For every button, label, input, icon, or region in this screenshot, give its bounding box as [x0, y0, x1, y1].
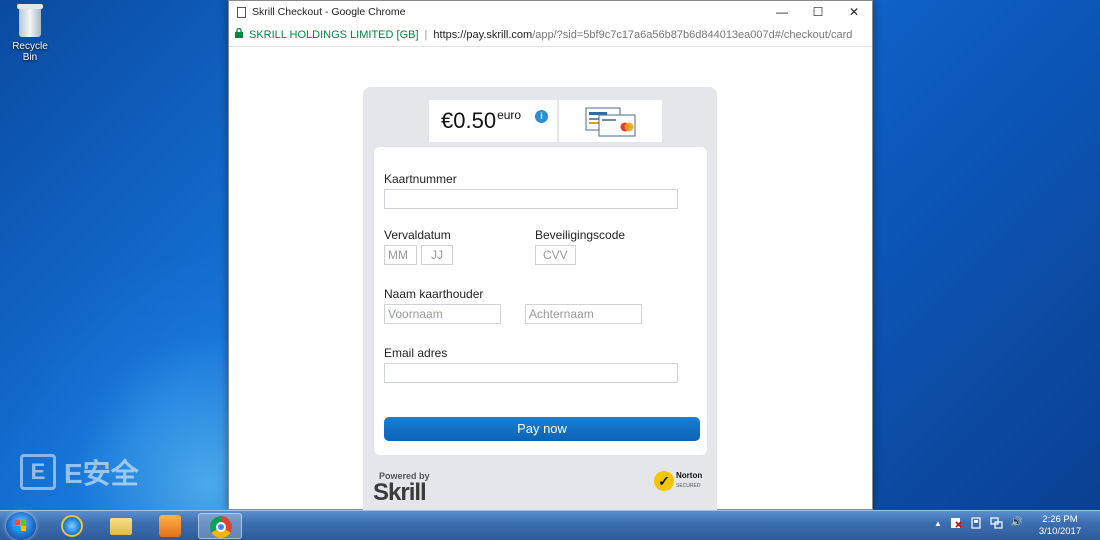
ev-certificate-org: SKRILL HOLDINGS LIMITED [GB] [249, 28, 419, 41]
cvv-input[interactable]: CVV [535, 245, 576, 265]
last-name-input[interactable]: Achternaam [525, 304, 642, 324]
first-name-input[interactable]: Voornaam [384, 304, 501, 324]
card-payment-tab[interactable] [558, 100, 662, 142]
norton-check-icon: ✓ [654, 471, 674, 491]
media-player-icon [159, 515, 181, 537]
email-input[interactable] [384, 363, 678, 383]
device-icon[interactable] [970, 517, 982, 532]
network-icon[interactable] [990, 517, 1003, 532]
expiry-month-input[interactable]: MM [384, 245, 417, 265]
taskbar: ▲ 🔊 2:26 PM 3/10/2017 [0, 510, 1100, 540]
skrill-checkout-panel: €0.50 euro i Kaartnummer Vervaldatum MM … [363, 87, 717, 511]
recycle-bin-label: Recycle Bin [12, 41, 48, 63]
currency-label: euro [497, 108, 522, 122]
minimize-button[interactable]: — [764, 1, 800, 23]
taskbar-file-explorer[interactable] [99, 513, 143, 539]
folder-icon [110, 518, 132, 535]
expiry-label: Vervaldatum [384, 228, 451, 242]
pay-now-button[interactable]: Pay now [384, 417, 700, 441]
security-code-label: Beveiligingscode [535, 228, 626, 242]
chrome-icon [210, 516, 232, 538]
skrill-logo: Skrill [373, 479, 427, 506]
watermark-text: E安全 [64, 458, 139, 489]
taskbar-chrome[interactable] [198, 513, 242, 539]
lock-icon [235, 27, 243, 41]
maximize-button[interactable]: ☐ [800, 1, 836, 23]
credit-card-icon [585, 107, 636, 137]
card-number-label: Kaartnummer [384, 172, 457, 186]
watermark-logo-icon: E [20, 454, 56, 490]
show-hidden-icons-icon[interactable]: ▲ [934, 519, 942, 532]
url-host: https://pay.skrill.com [433, 28, 533, 41]
clock[interactable]: 2:26 PM 3/10/2017 [1030, 514, 1090, 538]
page-icon [237, 6, 246, 18]
windows-logo-icon [15, 520, 27, 532]
window-title: Skrill Checkout - Google Chrome [252, 6, 406, 18]
card-form: Kaartnummer Vervaldatum MM JJ Beveiligin… [374, 147, 707, 455]
norton-sub: SECURED [676, 483, 701, 489]
action-center-icon[interactable] [950, 517, 962, 532]
taskbar-internet-explorer[interactable] [50, 513, 94, 539]
recycle-bin-icon [16, 4, 44, 38]
powered-by-skrill: Powered by Skrill [373, 471, 430, 505]
url-path: /app/?sid=5bf9c7c17a6a56b87b6d844013ea00… [532, 28, 853, 41]
clock-time: 2:26 PM [1042, 514, 1078, 525]
start-button[interactable] [6, 512, 36, 540]
internet-explorer-icon [61, 515, 83, 537]
amount-value: €0.50 [441, 108, 497, 133]
info-icon[interactable]: i [535, 110, 548, 123]
address-bar[interactable]: SKRILL HOLDINGS LIMITED [GB] | https://p… [229, 23, 872, 47]
email-label: Email adres [384, 346, 448, 360]
norton-secured-badge[interactable]: ✓ Norton SECURED [654, 471, 702, 491]
volume-icon[interactable]: 🔊 [1011, 517, 1023, 532]
system-tray: ▲ 🔊 [934, 517, 1023, 532]
watermark: E E安全 [20, 452, 139, 492]
expiry-year-input[interactable]: JJ [421, 245, 453, 265]
clock-date: 3/10/2017 [1038, 526, 1082, 537]
norton-name: Norton [676, 471, 703, 480]
cardholder-label: Naam kaarthouder [384, 287, 484, 301]
chrome-window: Skrill Checkout - Google Chrome — ☐ ✕ SK… [228, 0, 873, 511]
title-bar[interactable]: Skrill Checkout - Google Chrome — ☐ ✕ [229, 1, 872, 23]
card-number-input[interactable] [384, 189, 678, 209]
recycle-bin-shortcut[interactable]: Recycle Bin [4, 4, 56, 63]
address-separator: | [424, 28, 428, 41]
close-button[interactable]: ✕ [836, 1, 872, 23]
taskbar-media-player[interactable] [148, 513, 192, 539]
